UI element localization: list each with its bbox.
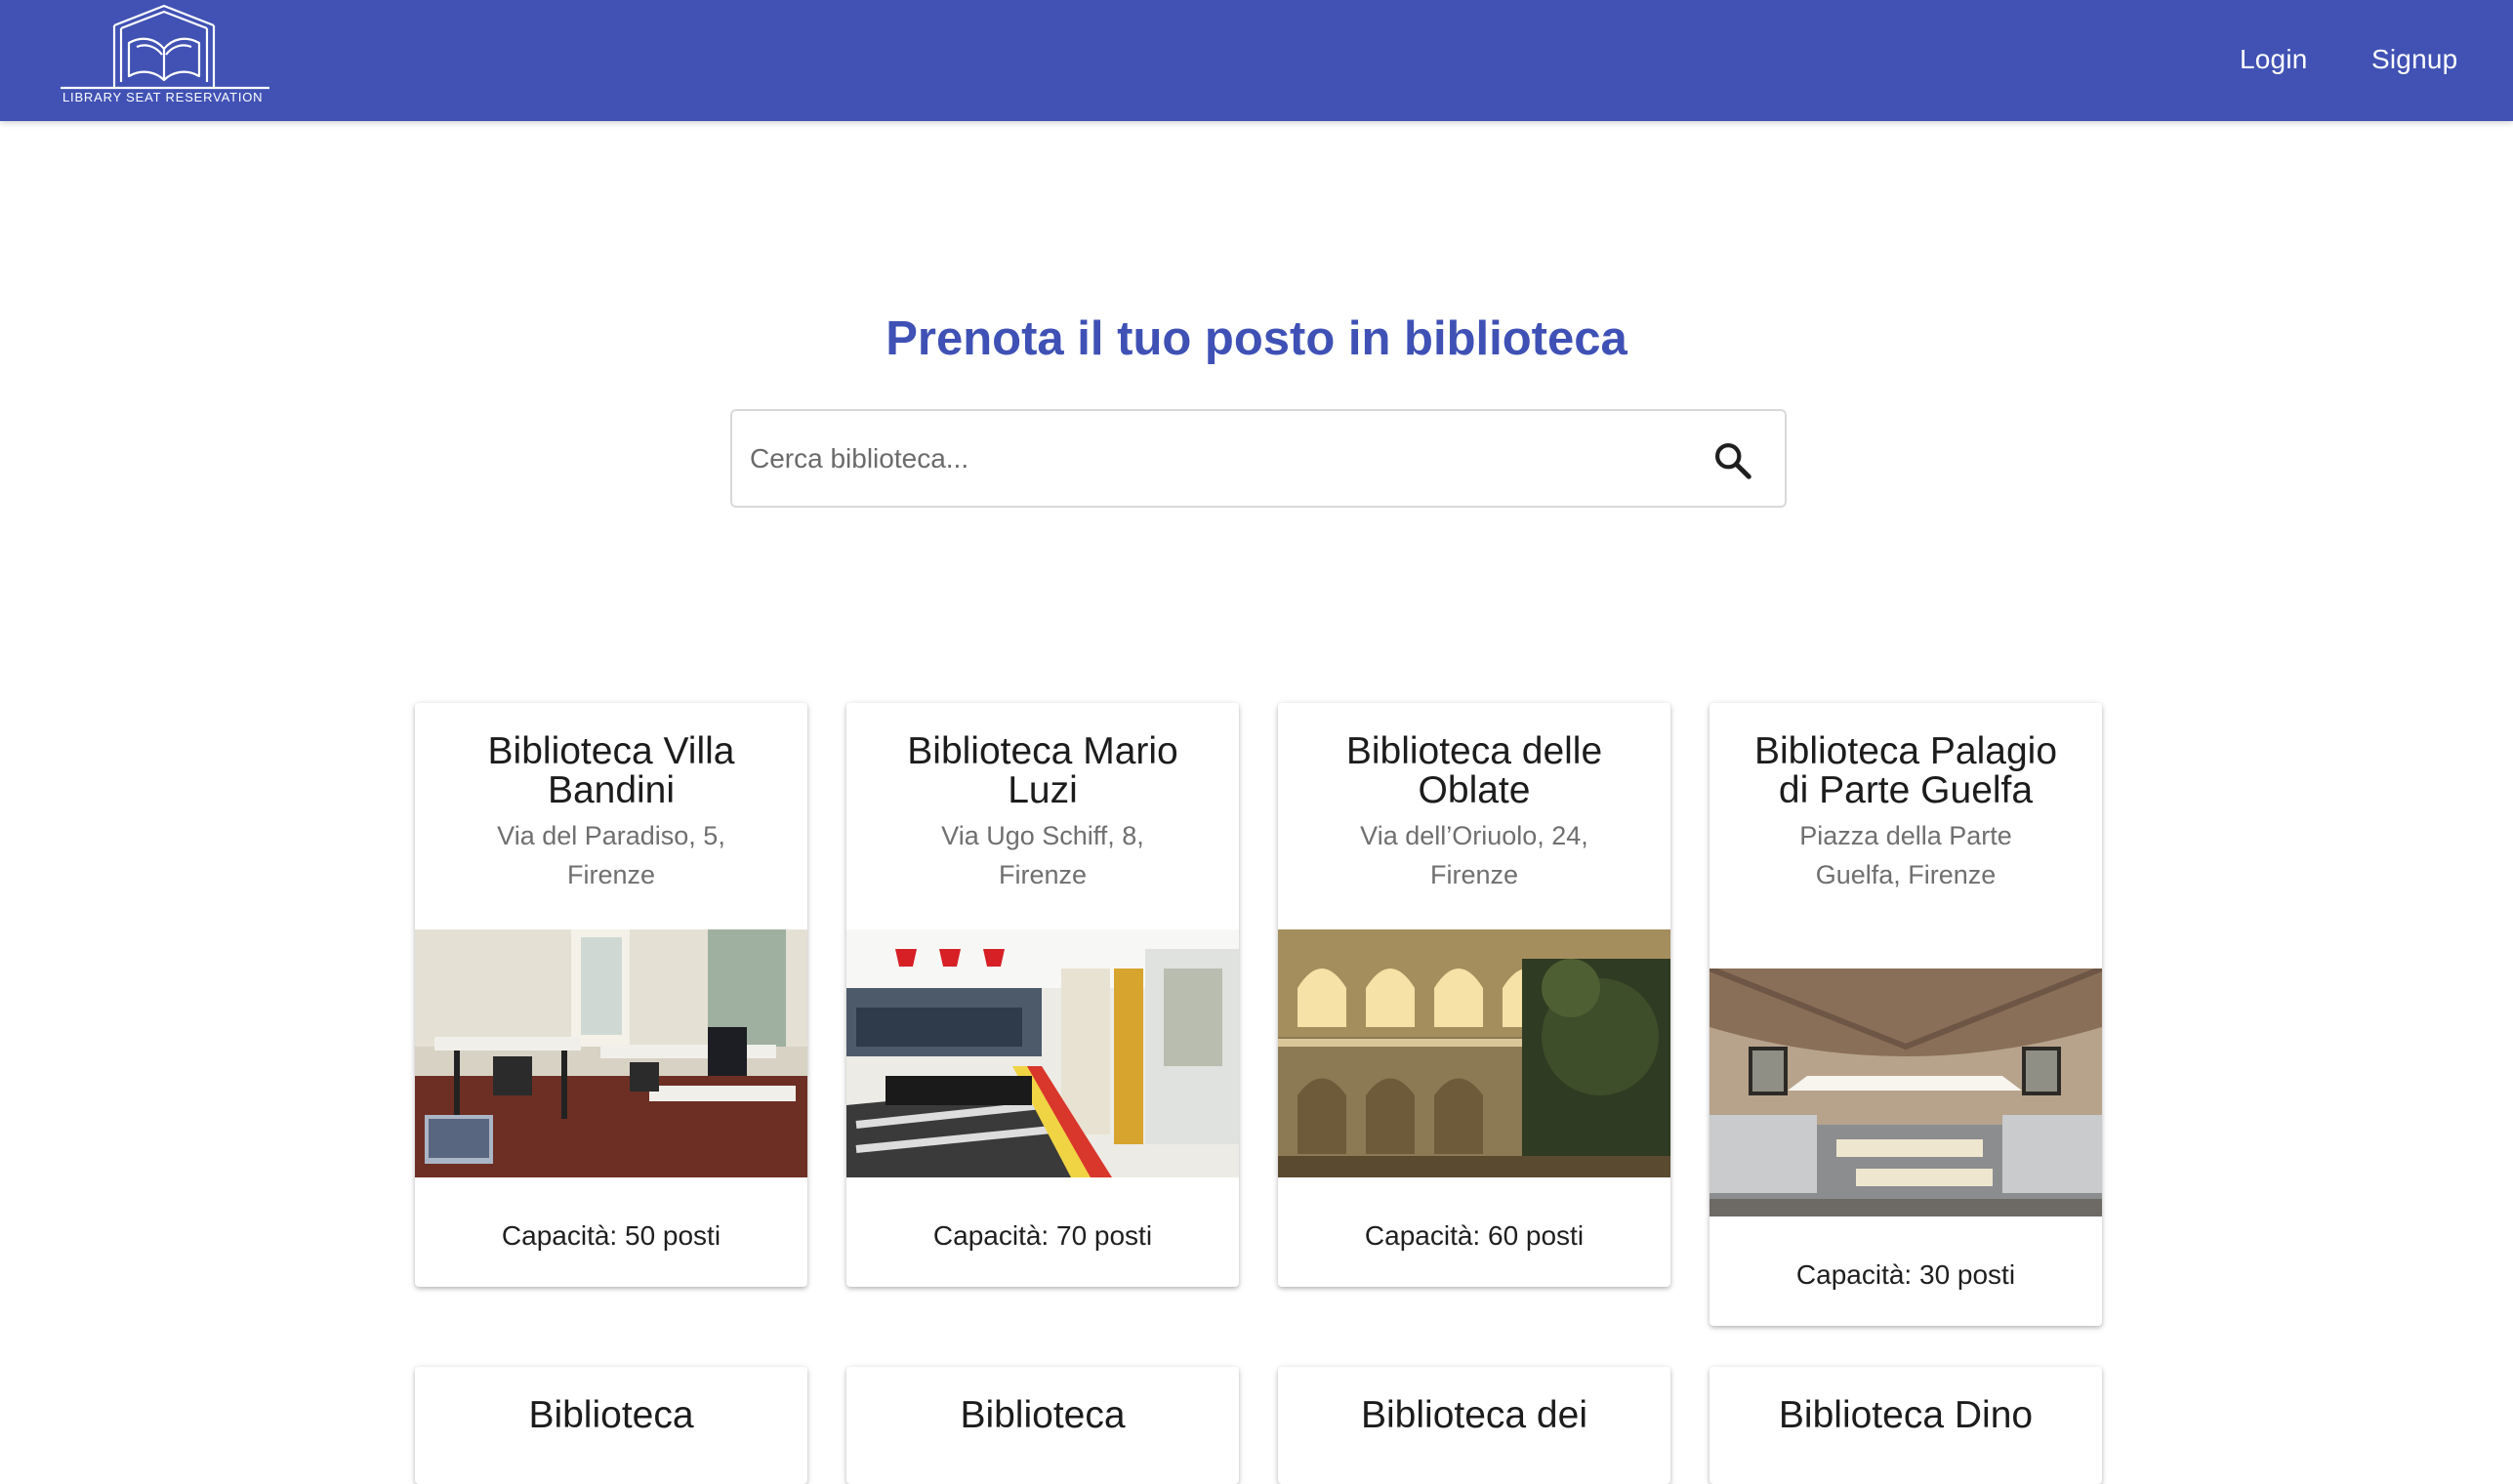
cloister-image — [1278, 929, 1670, 1177]
logo-text: LIBRARY SEAT RESERVATION — [62, 90, 264, 104]
library-name: Biblioteca Mario Luzi — [907, 730, 1178, 811]
library-address: Piazza della Parte Guelfa, Firenze — [1799, 821, 2012, 889]
library-name: Biblioteca dei — [1361, 1394, 1587, 1436]
library-photo — [846, 929, 1239, 1177]
library-name: Biblioteca — [528, 1394, 694, 1436]
library-photo — [1278, 929, 1670, 1177]
library-address: Via Ugo Schiff, 8, Firenze — [941, 821, 1144, 889]
search-icon — [1714, 442, 1751, 479]
library-name: Biblioteca Palagio di Parte Guelfa — [1753, 730, 2058, 811]
library-card[interactable]: Biblioteca Mario Luzi Via Ugo Schiff, 8,… — [846, 703, 1239, 1287]
reading-room-image — [415, 929, 807, 1177]
library-name: Biblioteca — [960, 1394, 1126, 1436]
library-address: Via del Paradiso, 5, Firenze — [497, 821, 725, 889]
vaulted-hall-image — [1710, 969, 2102, 1216]
library-photo — [415, 929, 807, 1177]
search-bar — [730, 409, 1787, 508]
search-button[interactable] — [1710, 438, 1755, 483]
library-card[interactable]: Biblioteca Palagio di Parte Guelfa Piazz… — [1710, 703, 2102, 1326]
library-photo — [1710, 969, 2102, 1216]
library-address: Via dell’Oriuolo, 24, Firenze — [1360, 821, 1588, 889]
library-logo[interactable]: LIBRARY SEAT RESERVATION — [61, 4, 269, 107]
library-name: Biblioteca Villa Bandini — [487, 730, 735, 811]
library-capacity: Capacità: 60 posti — [1364, 1220, 1585, 1251]
app-bar: LIBRARY SEAT RESERVATION Login Signup — [0, 0, 2513, 121]
modern-library-image — [846, 929, 1239, 1177]
search-input[interactable] — [750, 433, 1648, 485]
library-capacity: Capacità: 30 posti — [1795, 1259, 2016, 1290]
library-name: Biblioteca delle Oblate — [1345, 730, 1603, 811]
login-button[interactable]: Login — [2240, 37, 2308, 82]
library-card[interactable]: Biblioteca — [415, 1367, 807, 1484]
library-capacity: Capacità: 50 posti — [501, 1220, 721, 1251]
library-capacity: Capacità: 70 posti — [932, 1220, 1153, 1251]
library-card[interactable]: Biblioteca Villa Bandini Via del Paradis… — [415, 703, 807, 1287]
signup-button[interactable]: Signup — [2371, 37, 2457, 82]
library-card[interactable]: Biblioteca — [846, 1367, 1239, 1484]
library-card[interactable]: Biblioteca dei — [1278, 1367, 1670, 1484]
library-card[interactable]: Biblioteca delle Oblate Via dell’Oriuolo… — [1278, 703, 1670, 1287]
library-card[interactable]: Biblioteca Dino — [1710, 1367, 2102, 1484]
library-name: Biblioteca Dino — [1778, 1394, 2034, 1436]
page-title: Prenota il tuo posto in biblioteca — [886, 312, 1627, 365]
